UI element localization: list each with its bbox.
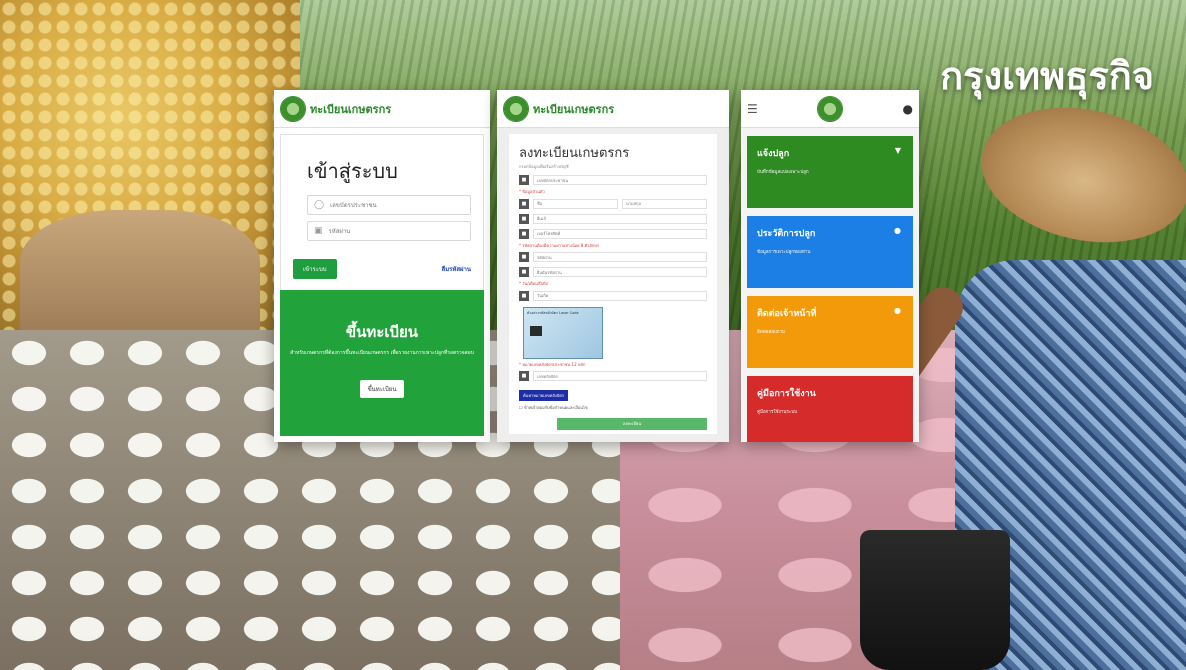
- app-header: ☰ ●: [741, 90, 919, 128]
- register-button[interactable]: ขึ้นทะเบียน: [359, 379, 405, 398]
- agency-seal-icon: [280, 95, 306, 122]
- search-laser-code-button[interactable]: ค้นหาหมายเลขหลังบัตร: [519, 390, 569, 402]
- laser-code-field[interactable]: ■ เลขหลังบัตร: [519, 370, 707, 382]
- id-card-caption: ตัวอย่างรหัสหลังบัตร Laser Code: [527, 310, 579, 315]
- password-field[interactable]: ■ รหัสผ่าน: [519, 251, 707, 263]
- tile-user-manual[interactable]: คู่มือการใช้งาน คู่มือการใช้งานระบบ: [747, 376, 913, 442]
- email-field[interactable]: ■ อีเมล์: [519, 213, 707, 225]
- tile-contact-officer[interactable]: ติดต่อเจ้าหน้าที่ ติดต่อสอบถาม ●: [747, 296, 913, 368]
- farmer-image: [860, 89, 1186, 670]
- submit-register-button[interactable]: ลงทะเบียน: [557, 418, 707, 430]
- register-form: ลงทะเบียนเกษตรกร กรอกข้อมูลเพื่อเริ่มสร้…: [509, 134, 717, 434]
- password-input[interactable]: ▣ รหัสผ่าน: [307, 221, 471, 241]
- form-heading: ลงทะเบียนเกษตรกร: [519, 146, 630, 161]
- login-button[interactable]: เข้าระบบ: [293, 259, 337, 279]
- app-header: ทะเบียนเกษตรกร: [497, 90, 729, 128]
- sack-image: [20, 210, 260, 340]
- form-subtitle: กรอกข้อมูลเพื่อเริ่มสร้างบัญชี: [519, 164, 569, 169]
- app-title: ทะเบียนเกษตรกร: [533, 102, 615, 116]
- chevron-down-icon: ▼: [894, 146, 901, 155]
- user-profile-icon[interactable]: ●: [903, 102, 913, 116]
- lock-icon: ■: [519, 267, 529, 278]
- lock-icon: ■: [519, 252, 529, 263]
- hamburger-menu-icon[interactable]: ☰: [747, 102, 758, 116]
- citizen-id-input[interactable]: ◯ เลขบัตรประชาชน: [307, 195, 471, 215]
- register-promo: ขึ้นทะเบียน สำหรับเกษตรกรที่ต้องการขึ้นท…: [280, 290, 484, 436]
- consent-checkbox[interactable]: ☐ ข้าพเจ้ายอมรับข้อกำหนดและเงื่อนไข: [519, 404, 707, 411]
- tile-planting-history[interactable]: ประวัติการปลูก ข้อมูลการเพาะปลูกของท่าน …: [747, 216, 913, 288]
- app-header: ทะเบียนเกษตรกร: [274, 90, 490, 128]
- password-note: * รหัสผ่านต้องมีความยาวอย่างน้อย 8 ตัวอั…: [519, 242, 600, 248]
- straw-hat: [968, 89, 1186, 261]
- forgot-password-link[interactable]: ลืมรหัสผ่าน: [442, 264, 471, 274]
- register-heading: ขึ้นทะเบียน: [345, 323, 419, 341]
- key-icon: ■: [519, 371, 529, 382]
- agency-seal-icon: [503, 95, 529, 122]
- birthdate-field[interactable]: ■ วันเกิด: [519, 290, 707, 302]
- chip-icon: [530, 325, 542, 336]
- calendar-icon: ■: [519, 290, 529, 301]
- bucket-image: [860, 530, 1010, 670]
- name-note: * ข้อมูลส่วนตัว: [519, 189, 545, 194]
- card-icon: ■: [519, 175, 529, 185]
- name-row: ■ ชื่อ นามสกุล: [519, 198, 707, 210]
- register-screen: ทะเบียนเกษตรกร ลงทะเบียนเกษตรกร กรอกข้อม…: [497, 90, 729, 442]
- app-title: ทะเบียนเกษตรกร: [310, 102, 392, 116]
- register-description: สำหรับเกษตรกรที่ต้องการขึ้นทะเบียนเกษตรก…: [290, 350, 474, 356]
- id-card-sample-image: ตัวอย่างรหัสหลังบัตร Laser Code: [523, 306, 603, 359]
- menu-screen: ☰ ● แจ้งปลูก บันทึกข้อมูลแปลงเพาะปลูก ▼ …: [741, 90, 919, 442]
- login-screen: ทะเบียนเกษตรกร เข้าสู่ระบบ ◯ เลขบัตรประช…: [274, 90, 490, 442]
- laser-code-note: * หมายเลขหลังบัตรประชาชน 12 หลัก: [519, 361, 586, 367]
- brand-logo-text: กรุงเทพธุรกิจ: [940, 54, 1154, 98]
- first-name-field[interactable]: ชื่อ: [533, 198, 618, 209]
- citizen-id-field[interactable]: ■ เลขบัตรประชาชน: [519, 174, 707, 186]
- mail-icon: ■: [519, 213, 529, 224]
- agency-seal-icon: [817, 95, 844, 122]
- user-icon: ◯: [314, 200, 325, 210]
- dot-icon: ●: [894, 306, 901, 315]
- person-icon: ■: [519, 198, 529, 209]
- tile-report-planting[interactable]: แจ้งปลูก บันทึกข้อมูลแปลงเพาะปลูก ▼: [747, 136, 913, 208]
- login-heading: เข้าสู่ระบบ: [307, 159, 398, 183]
- birthdate-note: * วัน/เดือน/ปีเกิด: [519, 281, 548, 287]
- dot-icon: ●: [894, 226, 901, 235]
- phone-icon: ■: [519, 228, 529, 239]
- phone-field[interactable]: ■ เบอร์โทรศัพท์: [519, 228, 707, 240]
- lock-icon: ▣: [314, 226, 323, 236]
- confirm-password-field[interactable]: ■ ยืนยันรหัสผ่าน: [519, 266, 707, 278]
- last-name-field[interactable]: นามสกุล: [622, 198, 707, 209]
